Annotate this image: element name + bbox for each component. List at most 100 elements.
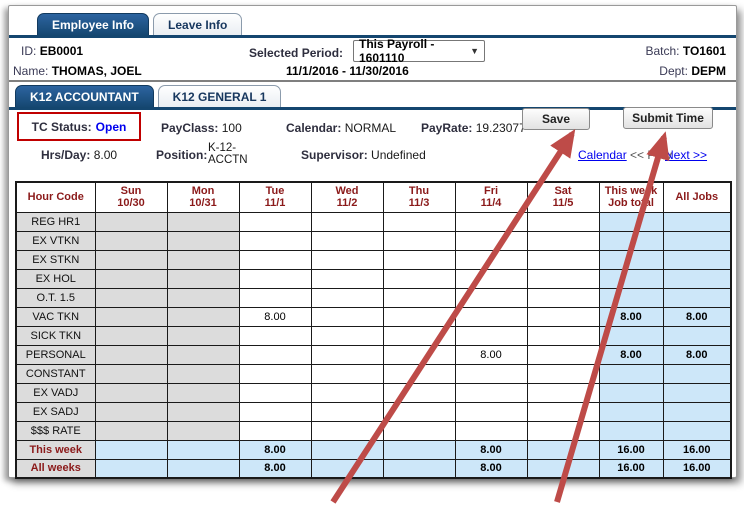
timesheet-cell[interactable]	[311, 364, 383, 383]
timesheet-cell[interactable]: 8.00	[239, 307, 311, 326]
timesheet-cell[interactable]	[455, 231, 527, 250]
col-day-wed: Wed11/2	[311, 182, 383, 212]
timesheet-cell[interactable]	[455, 250, 527, 269]
timesheet-cell[interactable]	[383, 421, 455, 440]
timesheet-cell[interactable]	[527, 231, 599, 250]
tab-leave-info[interactable]: Leave Info	[153, 13, 242, 36]
table-row: REG HR1	[16, 212, 731, 231]
tc-status-value: Open	[96, 120, 127, 134]
timesheet-cell[interactable]	[311, 421, 383, 440]
timesheet-cell	[95, 459, 167, 478]
timesheet-cell[interactable]	[527, 307, 599, 326]
chevron-down-icon: ▼	[470, 46, 479, 56]
timesheet-cell[interactable]	[455, 326, 527, 345]
timesheet-cell[interactable]	[239, 421, 311, 440]
timesheet-cell[interactable]	[311, 326, 383, 345]
tab-k12-general-1[interactable]: K12 GENERAL 1	[158, 85, 282, 108]
timesheet-cell[interactable]	[455, 402, 527, 421]
all-jobs-cell	[663, 231, 731, 250]
timesheet-cell[interactable]	[311, 307, 383, 326]
calendar-type: Calendar: NORMAL	[286, 121, 396, 135]
timesheet-cell[interactable]	[311, 250, 383, 269]
timesheet-cell[interactable]	[455, 307, 527, 326]
timesheet-cell[interactable]	[527, 212, 599, 231]
timesheet-cell[interactable]	[239, 231, 311, 250]
calendar-type-label: Calendar:	[286, 121, 341, 135]
summary-row: All weeks8.008.0016.0016.00	[16, 459, 731, 478]
timesheet-cell	[95, 402, 167, 421]
position-value-line1: K-12-	[208, 142, 248, 154]
timesheet-cell[interactable]	[455, 364, 527, 383]
timesheet-cell[interactable]	[383, 307, 455, 326]
timesheet-cell[interactable]	[455, 212, 527, 231]
timesheet-cell[interactable]: 8.00	[455, 345, 527, 364]
timesheet-cell[interactable]	[311, 269, 383, 288]
timesheet-cell[interactable]	[239, 288, 311, 307]
timesheet-cell[interactable]	[455, 269, 527, 288]
timesheet-cell[interactable]	[527, 250, 599, 269]
save-button[interactable]: Save	[522, 108, 590, 130]
timesheet-cell[interactable]	[527, 326, 599, 345]
timesheet-cell[interactable]	[383, 383, 455, 402]
table-row: VAC TKN8.008.008.00	[16, 307, 731, 326]
timesheet-cell[interactable]	[455, 288, 527, 307]
timesheet-cell: 8.00	[239, 459, 311, 478]
timesheet-cell[interactable]	[527, 345, 599, 364]
timesheet-cell[interactable]	[239, 269, 311, 288]
timesheet-cell[interactable]	[383, 345, 455, 364]
timesheet-cell[interactable]	[239, 402, 311, 421]
timesheet-cell	[527, 440, 599, 459]
timesheet-cell	[167, 326, 239, 345]
submit-time-button[interactable]: Submit Time	[623, 107, 713, 129]
timesheet-cell[interactable]	[239, 383, 311, 402]
timesheet-cell[interactable]	[383, 364, 455, 383]
week-total-cell	[599, 383, 663, 402]
timesheet-cell	[167, 421, 239, 440]
timesheet-cell[interactable]	[311, 288, 383, 307]
timesheet-cell[interactable]	[383, 250, 455, 269]
timesheet-cell[interactable]	[527, 383, 599, 402]
timesheet-cell	[95, 288, 167, 307]
calendar-link[interactable]: Calendar	[578, 148, 627, 162]
calendar-type-value: NORMAL	[345, 121, 396, 135]
timesheet-cell[interactable]	[311, 345, 383, 364]
timesheet-cell[interactable]	[383, 231, 455, 250]
timesheet-cell[interactable]	[311, 231, 383, 250]
row-label: EX VTKN	[16, 231, 95, 250]
supervisor: Supervisor: Undefined	[301, 148, 426, 162]
timesheet-cell[interactable]	[383, 269, 455, 288]
timesheet-cell[interactable]	[239, 326, 311, 345]
timesheet-cell[interactable]	[239, 364, 311, 383]
timesheet-cell[interactable]	[527, 364, 599, 383]
timesheet-cell[interactable]	[383, 326, 455, 345]
timesheet-cell[interactable]	[527, 421, 599, 440]
timesheet-cell[interactable]	[239, 345, 311, 364]
tab-k12-accountant[interactable]: K12 ACCOUNTANT	[15, 85, 154, 108]
timesheet-cell[interactable]	[311, 402, 383, 421]
period-select[interactable]: This Payroll - 1601110 ▼	[353, 40, 485, 62]
table-row: O.T. 1.5	[16, 288, 731, 307]
timesheet-cell[interactable]	[239, 212, 311, 231]
row-label: EX SADJ	[16, 402, 95, 421]
timesheet-cell[interactable]	[455, 383, 527, 402]
row-label: All weeks	[16, 459, 95, 478]
timesheet-cell	[95, 269, 167, 288]
next-link[interactable]: Next >>	[665, 148, 707, 162]
tab-employee-info[interactable]: Employee Info	[37, 13, 149, 36]
timesheet-cell	[167, 269, 239, 288]
timesheet-cell[interactable]	[311, 212, 383, 231]
timesheet-cell[interactable]	[383, 402, 455, 421]
timesheet-cell[interactable]	[383, 212, 455, 231]
timesheet-cell[interactable]	[239, 250, 311, 269]
timesheet-cell[interactable]	[455, 421, 527, 440]
timesheet-cell[interactable]	[311, 383, 383, 402]
col-hour-code: Hour Code	[16, 182, 95, 212]
hrs-per-day: Hrs/Day: 8.00	[41, 148, 117, 162]
timesheet-cell[interactable]	[527, 402, 599, 421]
all-jobs-cell: 8.00	[663, 345, 731, 364]
timesheet-cell[interactable]	[527, 269, 599, 288]
col-day-sat: Sat11/5	[527, 182, 599, 212]
timesheet-cell[interactable]	[383, 288, 455, 307]
timesheet-cell[interactable]	[527, 288, 599, 307]
table-row: CONSTANT	[16, 364, 731, 383]
